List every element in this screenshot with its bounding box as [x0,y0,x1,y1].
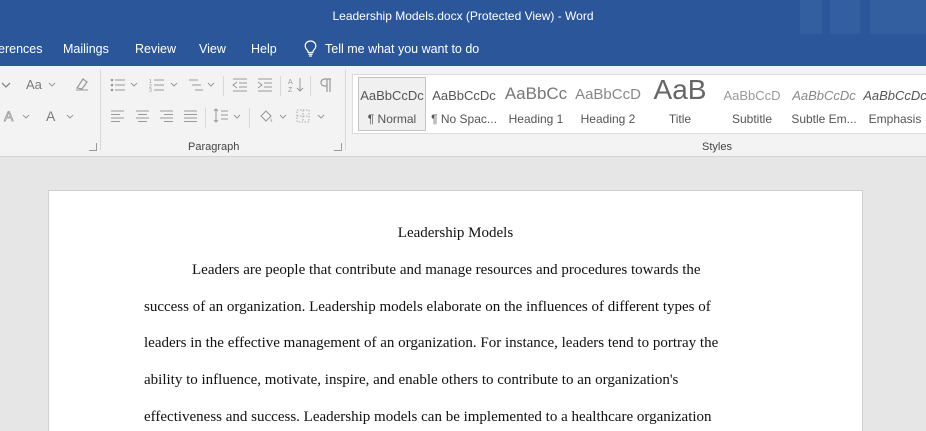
tell-me-search[interactable]: Tell me what you want to do [304,40,479,57]
paragraph-line: ability to influence, motivate, inspire,… [144,372,679,388]
ribbon-separator [345,70,346,150]
style-title[interactable]: AaB Title [647,78,713,130]
style-normal[interactable]: AaBbCcDc ¶ Normal [358,77,426,131]
paragraph-dialog-launcher[interactable] [334,143,342,151]
font-dialog-launcher[interactable] [89,143,97,151]
numbering-icon[interactable]: 123 [149,78,165,92]
sort-icon[interactable]: AZ [288,77,304,93]
increase-indent-icon[interactable] [257,78,273,92]
svg-text:Z: Z [288,87,293,93]
font-color-button[interactable]: A [46,108,55,124]
style-label: ¶ No Spac... [431,112,497,126]
show-formatting-marks-icon[interactable] [319,77,333,93]
styles-gallery: AaBbCcDc ¶ Normal AaBbCcDc ¶ No Spac... … [352,74,926,134]
chevron-down-icon [233,114,241,119]
clear-formatting-icon[interactable] [74,76,90,92]
style-heading-2[interactable]: AaBbCcD Heading 2 [575,78,641,130]
ribbon-separator [223,76,224,96]
styles-group-label: Styles [702,141,732,153]
style-heading-1[interactable]: AaBbCc Heading 1 [503,78,569,130]
document-canvas[interactable]: Leadership Models Leaders are people tha… [0,157,926,431]
ribbon-separator [280,76,281,96]
chevron-down-icon [22,114,30,119]
style-label: Heading 1 [508,112,564,126]
title-bar: Leadership Models.docx (Protected View) … [0,0,926,34]
ribbon-separator [100,70,101,150]
chevron-down-icon [66,114,74,119]
style-sample: AaBbCc [504,84,568,103]
svg-text:A: A [288,79,293,86]
document-title: Leadership Models [397,225,514,241]
paragraph-line: leaders in the effective management of a… [144,335,719,351]
style-sample: AaBbCcDc [360,88,424,103]
style-subtitle[interactable]: AaBbCcD Subtitle [719,78,785,130]
multilevel-list-icon[interactable] [188,78,204,92]
style-label: ¶ Normal [367,112,417,126]
shading-icon[interactable] [258,108,274,124]
tab-references[interactable]: erences [0,42,42,56]
tab-help[interactable]: Help [251,42,277,56]
window-title: Leadership Models.docx (Protected View) … [332,9,594,23]
chevron-down-icon [170,82,178,87]
svg-text:3: 3 [149,88,152,92]
style-emphasis[interactable]: AaBbCcDc Emphasis [863,78,926,130]
bullets-icon[interactable] [110,78,126,92]
paragraph-line: success of an organization. Leadership m… [144,299,711,315]
style-sample: AaBbCcDc [792,88,856,103]
style-no-spacing[interactable]: AaBbCcDc ¶ No Spac... [431,78,497,130]
style-label: Subtle Em... [791,112,857,126]
text-effects-icon[interactable]: A [2,108,18,124]
align-right-icon[interactable] [159,110,174,123]
chevron-down-icon [317,114,325,119]
justify-icon[interactable] [183,110,198,123]
tab-view[interactable]: View [199,42,226,56]
style-subtle-emphasis[interactable]: AaBbCcDc Subtle Em... [791,78,857,130]
style-label: Subtitle [731,112,773,126]
ribbon: Aa A A 123 AZ Paragraph AaBbCcDc ¶ Norma… [0,66,926,157]
document-page[interactable]: Leadership Models Leaders are people tha… [48,190,863,431]
ribbon-tabs: erences Mailings Review View Help Tell m… [0,34,926,66]
font-size-decrease-icon[interactable] [0,77,12,91]
paragraph-line: effectiveness and success. Leadership mo… [144,409,712,425]
lightbulb-icon [304,40,317,57]
line-spacing-icon[interactable] [213,108,229,124]
align-center-icon[interactable] [135,110,150,123]
tell-me-label: Tell me what you want to do [325,41,480,56]
ribbon-separator [205,108,206,128]
style-label: Title [668,112,692,126]
style-sample: AaBbCcD [723,88,781,103]
chevron-down-icon [207,82,215,87]
ribbon-separator [310,76,311,96]
decrease-indent-icon[interactable] [232,78,248,92]
borders-icon[interactable] [296,109,310,123]
tab-mailings[interactable]: Mailings [63,42,109,56]
ribbon-separator [249,108,250,128]
chevron-down-icon [130,82,138,87]
tab-review[interactable]: Review [135,42,176,56]
style-sample: AaB [653,78,707,105]
align-left-icon[interactable] [110,110,125,123]
paragraph-line: Leaders are people that contribute and m… [192,262,701,278]
style-sample: AaBbCcDc [432,88,496,103]
chevron-down-icon [279,114,287,119]
change-case-button[interactable]: Aa [26,77,42,92]
style-label: Emphasis [868,112,922,126]
chevron-down-icon [48,82,56,87]
style-sample: AaBbCcD [575,86,641,103]
paragraph-group-label: Paragraph [188,141,240,153]
style-sample: AaBbCcDc [863,88,926,103]
style-label: Heading 2 [580,112,636,126]
svg-text:A: A [4,108,14,124]
